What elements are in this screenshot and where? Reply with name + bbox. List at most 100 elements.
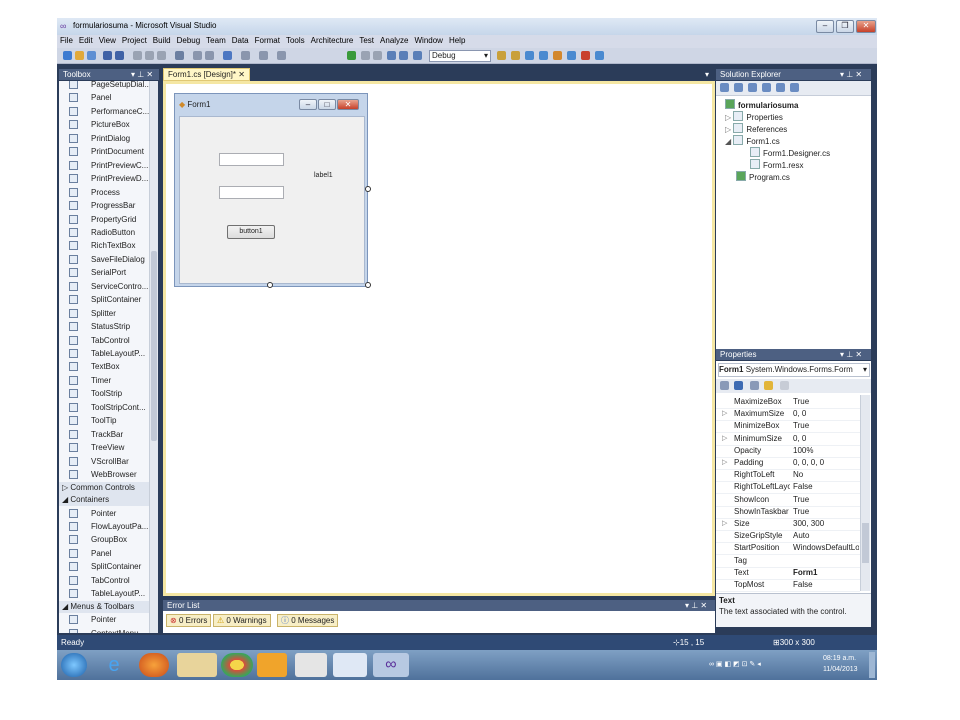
- start-debugging-icon[interactable]: [347, 51, 356, 60]
- property-row-padding[interactable]: ▷ Padding 0, 0, 0, 0: [716, 457, 860, 470]
- warnings-filter-button[interactable]: ⚠ 0 Warnings: [213, 614, 271, 627]
- toolbox-item-vscrollbar[interactable]: VScrollBar: [59, 455, 155, 468]
- se-refresh-icon[interactable]: [748, 83, 757, 92]
- toolbox-item-pointer[interactable]: Pointer: [59, 507, 155, 520]
- maximize-button[interactable]: ❐: [836, 20, 854, 33]
- expand-icon[interactable]: ▷: [722, 433, 727, 445]
- show-desktop-button[interactable]: [869, 652, 875, 678]
- resize-handle-bottom[interactable]: [267, 282, 273, 288]
- toolbox-item-richtextbox[interactable]: RichTextBox: [59, 239, 155, 252]
- toolbox-item-tabcontrol[interactable]: TabControl: [59, 334, 155, 347]
- find-in-files-icon[interactable]: [497, 51, 506, 60]
- toolbox-group-menus-toolbars[interactable]: ◢ Menus & Toolbars: [59, 600, 155, 613]
- resize-handle-corner[interactable]: [365, 282, 371, 288]
- property-row-startposition[interactable]: StartPosition WindowsDefaultLo: [716, 542, 860, 556]
- toolbox-group-containers[interactable]: ◢ Containers: [59, 494, 155, 506]
- properties-pin-icon[interactable]: ▾ ⊥ ✕: [840, 349, 862, 360]
- categorized-icon[interactable]: [720, 381, 729, 390]
- save-all-icon[interactable]: [115, 51, 124, 60]
- property-value[interactable]: Form1: [793, 567, 859, 579]
- property-value[interactable]: True: [793, 506, 859, 518]
- se-view-designer-icon[interactable]: [776, 83, 785, 92]
- toolbox-item-printdialog[interactable]: PrintDialog: [59, 132, 155, 145]
- solution-explorer-icon[interactable]: [511, 51, 520, 60]
- toolbox-item-textbox[interactable]: TextBox: [59, 360, 155, 373]
- messages-filter-button[interactable]: ⓘ 0 Messages: [277, 614, 339, 627]
- toolbox-item-propertygrid[interactable]: PropertyGrid: [59, 213, 155, 226]
- navigate-forward-icon[interactable]: [277, 51, 286, 60]
- solution-pin-icon[interactable]: ▾ ⊥ ✕: [840, 69, 862, 80]
- property-row-size[interactable]: ▷ Size 300, 300: [716, 518, 860, 531]
- close-tab-icon[interactable]: ✕: [238, 70, 245, 79]
- toolbox-item-radiobutton[interactable]: RadioButton: [59, 226, 155, 239]
- menu-build[interactable]: Build: [150, 35, 174, 46]
- file-explorer-icon[interactable]: [177, 653, 217, 677]
- label1[interactable]: label1: [314, 172, 333, 179]
- find-icon[interactable]: [175, 51, 184, 60]
- cut-icon[interactable]: [133, 51, 142, 60]
- toolbox-item-panel[interactable]: Panel: [59, 91, 155, 104]
- new-project-icon[interactable]: [63, 51, 72, 60]
- se-show-all-icon[interactable]: [734, 83, 743, 92]
- open-file-icon[interactable]: [75, 51, 84, 60]
- toolbox-item-pointer[interactable]: Pointer: [59, 613, 155, 626]
- solution-item-form1cs[interactable]: ◢ Form1.cs: [725, 135, 780, 146]
- property-value[interactable]: WindowsDefaultLo: [793, 542, 859, 554]
- solution-item-resx[interactable]: Form1.resx: [750, 159, 803, 170]
- toolbox-item-printpreviewc[interactable]: PrintPreviewC...: [59, 159, 155, 172]
- menu-data[interactable]: Data: [229, 35, 252, 46]
- extension-manager-icon[interactable]: [581, 51, 590, 60]
- expand-icon[interactable]: ▷: [725, 113, 733, 122]
- toolbox-item-servicecontro[interactable]: ServiceContro...: [59, 280, 155, 293]
- property-value[interactable]: 0, 0: [793, 433, 859, 445]
- object-browser-icon[interactable]: [539, 51, 548, 60]
- property-row-righttoleftlayo[interactable]: RightToLeftLayo False: [716, 481, 860, 495]
- uncomment-icon[interactable]: [205, 51, 214, 60]
- textbox1[interactable]: [219, 153, 284, 166]
- menu-format[interactable]: Format: [252, 35, 283, 46]
- property-value[interactable]: True: [793, 420, 859, 432]
- undo-icon[interactable]: [223, 51, 232, 60]
- solution-item-program[interactable]: Program.cs: [736, 171, 790, 182]
- firefox-icon[interactable]: [139, 653, 169, 677]
- powerpoint-icon[interactable]: [295, 653, 327, 677]
- tab-form1-design[interactable]: Form1.cs [Design]* ✕: [163, 68, 250, 81]
- visual-studio-taskbar-icon[interactable]: ∞: [373, 653, 409, 677]
- toolbox-item-treeview[interactable]: TreeView: [59, 441, 155, 454]
- close-button[interactable]: ✕: [856, 20, 876, 33]
- navigate-backward-icon[interactable]: [259, 51, 268, 60]
- toolbox-item-splitter[interactable]: Splitter: [59, 307, 155, 320]
- menu-tools[interactable]: Tools: [283, 35, 308, 46]
- solution-item-references[interactable]: ▷ References: [725, 123, 787, 134]
- se-class-diagram-icon[interactable]: [790, 83, 799, 92]
- app-window-icon[interactable]: [333, 653, 367, 677]
- expand-icon[interactable]: ▷: [725, 125, 733, 134]
- collapse-icon[interactable]: ◢: [725, 137, 733, 146]
- properties-view-icon[interactable]: [750, 381, 759, 390]
- toolbox-item-tabcontrol[interactable]: TabControl: [59, 574, 155, 587]
- add-item-icon[interactable]: [87, 51, 96, 60]
- properties-window-icon[interactable]: [525, 51, 534, 60]
- property-row-maximumsize[interactable]: ▷ MaximumSize 0, 0: [716, 408, 860, 422]
- toolbox-item-tooltip[interactable]: ToolTip: [59, 414, 155, 427]
- solution-item-project[interactable]: formulariosuma: [725, 99, 798, 110]
- menu-view[interactable]: View: [96, 35, 119, 46]
- pause-icon[interactable]: [361, 51, 370, 60]
- expand-icon[interactable]: ▷: [722, 457, 727, 469]
- alphabetical-icon[interactable]: [734, 381, 743, 390]
- toolbox-item-tablelayoutp[interactable]: TableLayoutP...: [59, 347, 155, 360]
- solution-item-designer[interactable]: Form1.Designer.cs: [750, 147, 830, 158]
- minimize-button[interactable]: –: [816, 20, 834, 33]
- property-row-sizegripstyle[interactable]: SizeGripStyle Auto: [716, 530, 860, 544]
- stop-icon[interactable]: [373, 51, 382, 60]
- toolbox-item-timer[interactable]: Timer: [59, 374, 155, 387]
- toolbox-item-toolstrip[interactable]: ToolStrip: [59, 387, 155, 400]
- menu-project[interactable]: Project: [119, 35, 150, 46]
- property-row-minimizebox[interactable]: MinimizeBox True: [716, 420, 860, 434]
- redo-icon[interactable]: [241, 51, 250, 60]
- property-value[interactable]: Auto: [793, 530, 859, 542]
- toolbox-item-serialport[interactable]: SerialPort: [59, 266, 155, 279]
- document-dropdown-icon[interactable]: ▾: [705, 70, 709, 79]
- command-window-icon[interactable]: [595, 51, 604, 60]
- errors-filter-button[interactable]: ⊗ 0 Errors: [166, 614, 212, 627]
